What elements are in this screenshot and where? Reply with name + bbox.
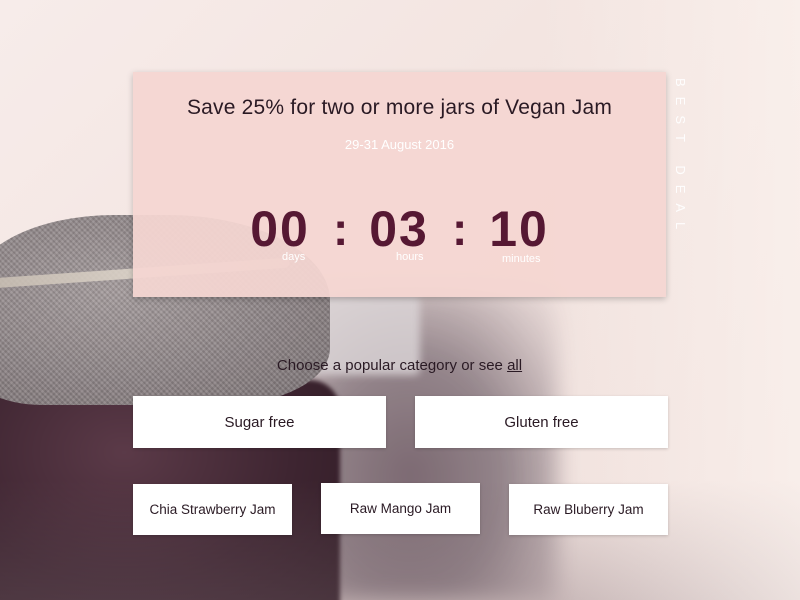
promo-dates: 29-31 August 2016 <box>344 137 455 152</box>
countdown-separator: : <box>452 203 468 255</box>
countdown-days: 00 days <box>230 200 330 263</box>
countdown-hours: 03 hours <box>349 200 449 263</box>
countdown-hours-value: 03 <box>369 201 429 257</box>
category-button-raw-mango-jam[interactable]: Raw Mango Jam <box>321 483 480 534</box>
promo-card: Save 25% for two or more jars of Vegan J… <box>133 72 666 297</box>
countdown-separator: : <box>333 203 349 255</box>
countdown-timer: 00 days : 03 hours : 10 minutes <box>133 200 666 270</box>
category-button-chia-strawberry-jam[interactable]: Chia Strawberry Jam <box>133 484 292 535</box>
promo-title: Save 25% for two or more jars of Vegan J… <box>186 96 613 119</box>
category-button-gluten-free[interactable]: Gluten free <box>415 396 668 448</box>
countdown-minutes: 10 minutes <box>469 200 569 265</box>
best-deal-label: BEST DEAL <box>673 78 688 240</box>
category-button-sugar-free[interactable]: Sugar free <box>133 396 386 448</box>
countdown-days-label: days <box>282 251 306 263</box>
countdown-minutes-label: minutes <box>502 253 541 265</box>
countdown-hours-label: hours <box>396 251 424 263</box>
category-prompt: Choose a popular category or see all <box>133 357 666 374</box>
countdown-days-value: 00 <box>250 201 310 257</box>
category-button-raw-bluberry-jam[interactable]: Raw Bluberry Jam <box>509 484 668 535</box>
see-all-link[interactable]: all <box>507 357 522 374</box>
countdown-minutes-value: 10 <box>489 201 549 257</box>
category-prompt-text: Choose a popular category or see <box>276 357 508 374</box>
